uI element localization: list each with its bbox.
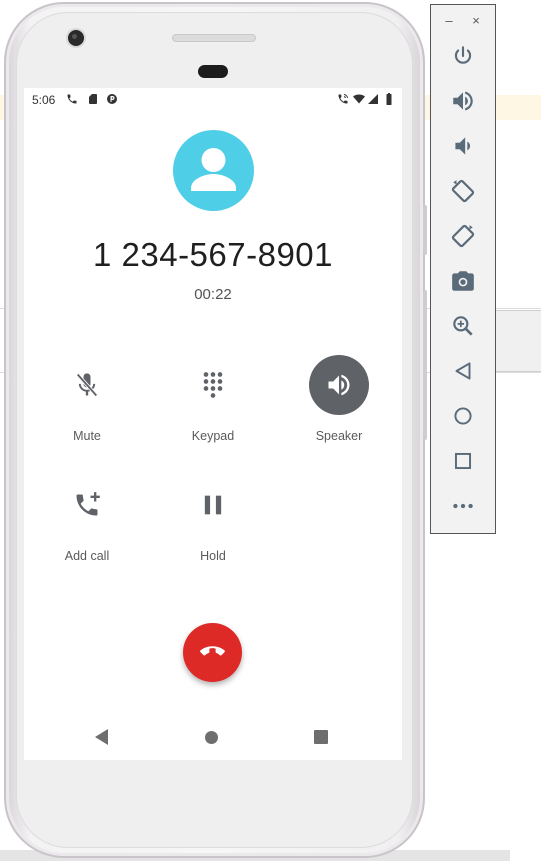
back-triangle-icon[interactable] [94, 728, 110, 746]
caller-number: 1 234-567-8901 [92, 236, 334, 273]
keypad-icon-wrap [183, 355, 243, 415]
power-icon [454, 46, 472, 64]
call-duration: 00:22 [194, 286, 232, 303]
sd-card-icon [89, 94, 97, 104]
phone-icon [67, 94, 77, 104]
emulator-toolbar: – × [430, 4, 496, 534]
mute-button[interactable]: Mute [32, 355, 142, 443]
close-button[interactable]: × [469, 13, 483, 28]
home-icon [454, 407, 472, 425]
proximity-sensor [198, 65, 228, 78]
battery-icon [386, 93, 392, 105]
person-icon [191, 148, 236, 191]
background-panel [496, 310, 541, 372]
mute-icon-wrap [57, 355, 117, 415]
home-button[interactable] [450, 403, 476, 429]
call-end-icon [200, 646, 225, 656]
power-side-button[interactable] [423, 205, 427, 255]
add-call-icon-wrap [57, 475, 117, 535]
zoom-button[interactable] [450, 313, 476, 339]
signal-icon [368, 94, 378, 104]
camera-icon [452, 271, 474, 291]
volume-up-button[interactable] [450, 88, 476, 114]
hold-label: Hold [200, 549, 226, 563]
hold-button[interactable]: Hold [158, 475, 268, 563]
speaker-button[interactable]: Speaker [284, 355, 394, 443]
front-camera [68, 30, 84, 46]
speaker-icon [328, 374, 350, 396]
end-call-button[interactable] [183, 623, 242, 682]
dialpad-icon [203, 372, 223, 398]
more-button[interactable] [450, 493, 476, 519]
rotate-left-button[interactable] [450, 178, 476, 204]
keypad-button[interactable]: Keypad [158, 355, 268, 443]
volume-up-icon [453, 91, 473, 111]
status-time: 5:06 [32, 93, 56, 107]
volume-down-icon [455, 137, 471, 155]
add-call-icon [76, 492, 100, 516]
mic-off-icon [76, 373, 98, 397]
more-icon [453, 503, 473, 509]
home-circle-icon[interactable] [204, 730, 219, 745]
zoom-icon [453, 316, 473, 336]
rotate-left-icon [451, 179, 475, 203]
rotate-right-icon [451, 224, 475, 248]
data-saver-icon [107, 94, 117, 104]
minimize-button[interactable]: – [442, 13, 456, 28]
speaker-label: Speaker [315, 429, 363, 443]
phone-screen: 5:06 1 234-567-8901 00:22 Mute Keypad Sp… [24, 88, 402, 760]
screenshot-button[interactable] [450, 268, 476, 294]
hold-icon-wrap [183, 475, 243, 535]
add-call-label: Add call [64, 549, 110, 563]
power-button[interactable] [450, 43, 476, 69]
call-wifi-icon [338, 94, 348, 104]
volume-down-button[interactable] [450, 133, 476, 159]
volume-side-button[interactable] [423, 290, 427, 440]
rotate-right-button[interactable] [450, 223, 476, 249]
speaker-icon-wrap [309, 355, 369, 415]
contact-avatar [173, 130, 254, 211]
keypad-label: Keypad [191, 429, 235, 443]
earpiece-speaker [172, 34, 256, 42]
mute-label: Mute [73, 429, 101, 443]
back-icon [455, 362, 471, 380]
status-bar: 5:06 [24, 88, 402, 110]
recents-square-icon[interactable] [314, 730, 328, 744]
pause-icon [204, 495, 222, 515]
overview-icon [454, 452, 472, 470]
wifi-icon [353, 94, 365, 104]
overview-button[interactable] [450, 448, 476, 474]
add-call-button[interactable]: Add call [32, 475, 142, 563]
back-button[interactable] [450, 358, 476, 384]
